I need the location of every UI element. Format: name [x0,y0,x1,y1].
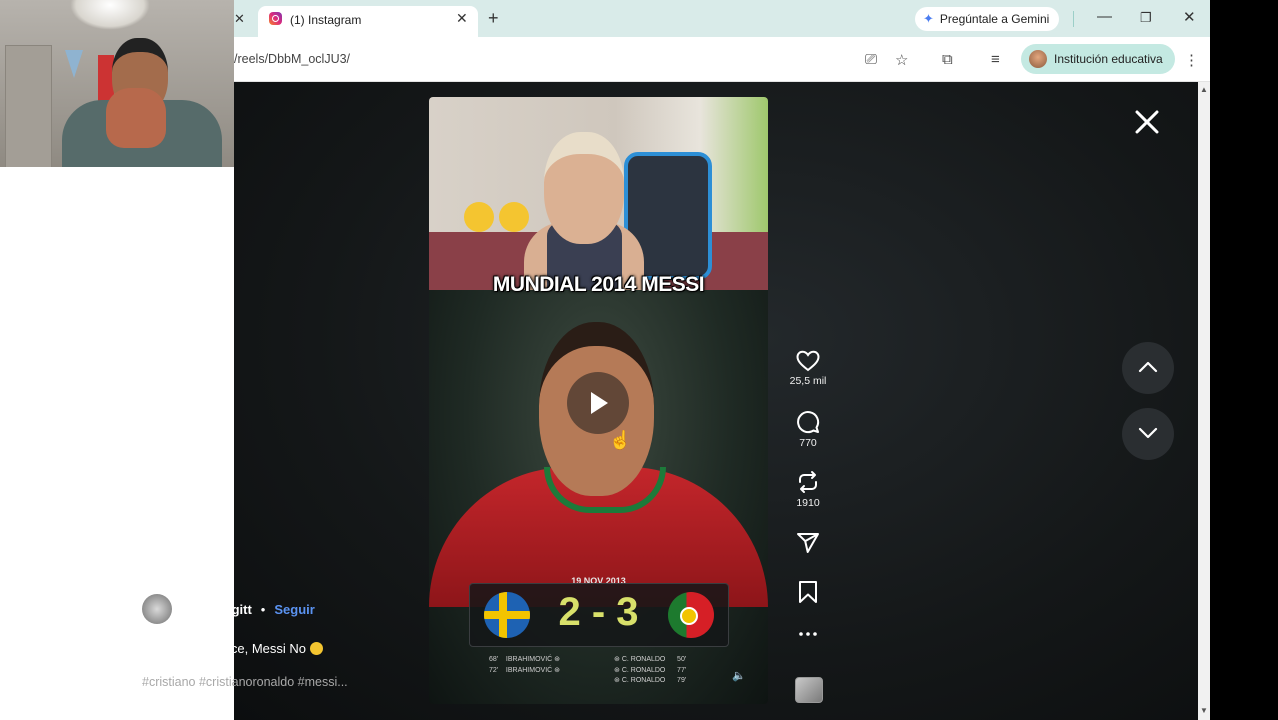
avatar [1029,50,1047,68]
close-icon [1135,110,1159,134]
caption-text: Cristiano Aparece, Messi No [142,641,307,656]
ceiling-light [70,0,150,30]
minimize-icon[interactable]: — [1097,8,1112,25]
chevron-up-icon [1138,361,1158,373]
comment-count: 770 [799,437,817,449]
emoji-pillow [499,202,529,232]
background-door [5,45,52,167]
home-scorers: 68' IBRAHIMOVIĆ ⊛ 72' IBRAHIMOVIĆ ⊛ [489,656,561,674]
away-score: 3 [616,590,639,634]
webcam-overlay [0,0,234,167]
menu-kebab-icon[interactable]: ⋮ [1184,51,1199,69]
profile-button[interactable]: Institución educativa [1021,44,1175,74]
url-field[interactable]: /reels/DbbM_oclJU3/ [234,52,350,66]
heart-icon [796,350,820,372]
video-caption: MUNDIAL 2014 MESSI [492,273,705,296]
scrollbar[interactable]: ▲ ▼ [1198,82,1210,720]
scroll-down-icon[interactable]: ▼ [1200,706,1208,715]
share-button[interactable] [783,531,833,555]
play-icon [591,392,608,414]
scorer-name: C. RONALDO [621,666,666,674]
repost-count: 1910 [796,497,820,509]
close-button[interactable] [1133,108,1161,141]
scorer-name: IBRAHIMOVIĆ [505,656,553,663]
extensions-icon[interactable]: ⧉ [942,51,953,68]
scroll-up-icon[interactable]: ▲ [1200,85,1208,94]
profile-label: Institución educativa [1054,52,1163,66]
comment-button[interactable]: 770 [783,410,833,449]
hashtags[interactable]: #cristiano #cristianoronaldo #messi... [142,675,348,689]
bookmark-star-icon[interactable]: ☆ [895,51,908,69]
emoji-pillow [464,202,494,232]
author-row: tyronelegitt • Seguir [142,594,315,624]
home-score: 2 [558,590,581,634]
chevron-down-icon [1138,427,1158,439]
tab-close-icon[interactable]: ✕ [456,10,468,27]
scorer-minute: 50' [677,656,687,663]
score: 2 - 3 [429,590,768,635]
scorer-minute: 79' [677,677,687,684]
gemini-star-icon: ✦ [923,11,934,26]
video-top-frame [429,97,768,292]
divider [1073,11,1074,27]
repost-button[interactable]: 1910 [783,470,833,509]
instagram-icon [269,12,282,25]
author-username[interactable]: tyronelegitt [181,602,252,617]
away-scorers: ⊛ C. RONALDO 50' ⊛ C. RONALDO 77' ⊛ C. R… [614,656,687,684]
scorer-minute: 72' [489,666,499,674]
save-button[interactable] [783,580,833,604]
window-close-icon[interactable]: ✕ [1183,8,1196,26]
new-tab-icon[interactable]: + [488,8,499,29]
reel-video[interactable]: MUNDIAL 2014 MESSI ☝ 19 NOV 2013 2 - 3 6… [429,97,768,704]
tab-close-icon[interactable]: ✕ [234,11,245,27]
more-button[interactable] [783,630,833,638]
like-button[interactable]: 25,5 mil [783,350,833,387]
previous-reel-button[interactable] [1122,342,1174,394]
separator-dot: • [260,601,266,617]
scorer-minute: 68' [489,656,499,663]
scorer-name: C. RONALDO [621,677,666,684]
score-separator: - [591,590,606,634]
creator-face [544,132,624,244]
sound-icon[interactable]: 🔈 [732,669,746,682]
follow-button[interactable]: Seguir [274,602,314,617]
audio-thumbnail[interactable] [795,677,823,703]
play-button[interactable] [567,372,629,434]
gemini-button[interactable]: ✦ Pregúntale a Gemini [915,7,1060,31]
restore-icon[interactable]: ❐ [1140,10,1152,26]
comment-icon [797,411,820,434]
share-icon [797,533,819,553]
next-reel-button[interactable] [1122,408,1174,460]
gemini-label: Pregúntale a Gemini [939,12,1050,26]
tab-title: (1) Instagram [290,13,362,27]
reel-caption: Cristiano Aparece, Messi No [142,641,324,656]
repost-icon [799,471,817,493]
media-icon[interactable]: ≡ [991,51,1000,68]
more-icon [799,632,817,636]
scorer-name: IBRAHIMOVIĆ [505,666,553,674]
install-icon[interactable]: ⎚ [865,51,877,68]
mouse-cursor: ☝ [609,430,632,450]
author-avatar[interactable] [142,594,172,624]
screen-edge [1210,0,1278,720]
scorer-name: C. RONALDO [621,656,666,663]
grin-emoji-icon [310,642,324,655]
scorer-minute: 77' [677,666,687,674]
like-count: 25,5 mil [789,375,827,387]
save-icon [799,581,817,603]
webcam-person [62,38,222,167]
